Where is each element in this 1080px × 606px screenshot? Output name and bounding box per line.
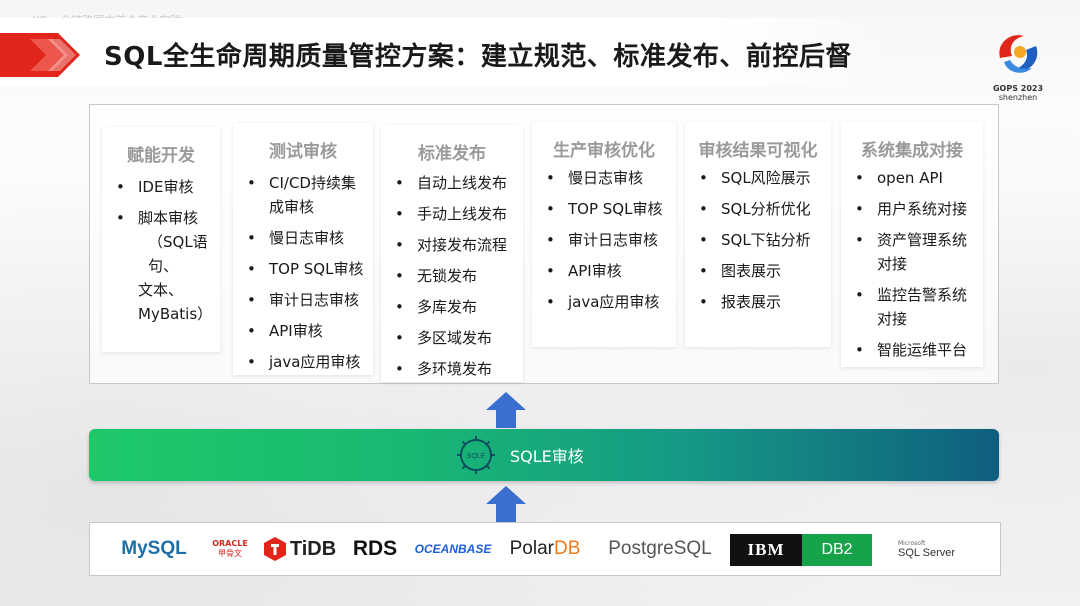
list-item: 对接: [877, 310, 908, 328]
card-enable-dev: 赋能开发 IDE审核 脚本审核 （SQL语句、 文本、 MyBatis）: [102, 127, 220, 352]
list-item: API审核: [243, 319, 367, 343]
list-item: 智能运维平台: [851, 338, 977, 362]
card-list: 自动上线发布 手动上线发布 对接发布流程 无锁发布 多库发布 多区域发布 多环境…: [391, 171, 517, 388]
card-standard-release: 标准发布 自动上线发布 手动上线发布 对接发布流程 无锁发布 多库发布 多区域发…: [381, 125, 523, 382]
card-title: 赋能开发: [127, 146, 195, 166]
list-item: SQL下钻分析: [695, 228, 825, 252]
rds-text: RDS: [352, 537, 398, 560]
gops-logo: GOPS 2023 shenzhen: [988, 28, 1048, 108]
list-item: 审计日志审核: [542, 228, 670, 252]
tidb-hex-icon: [263, 537, 286, 561]
logo-year: GOPS 2023: [992, 84, 1044, 93]
gops-emblem-icon: [999, 35, 1038, 73]
oceanbase-text: OCEANBASE: [414, 542, 492, 556]
sqle-gear-icon: SQLE: [457, 436, 495, 474]
card-title: 审核结果可视化: [698, 141, 818, 161]
list-item: 用户系统对接: [851, 197, 977, 221]
card-list: CI/CD持续集 成审核 慢日志审核 TOP SQL审核 审计日志审核 API审…: [243, 171, 367, 381]
card-title: 生产审核优化: [553, 141, 655, 161]
list-item: 无锁发布: [391, 264, 517, 288]
database-strip: MySQL ORACLE 甲骨文 TiDB RDS OCEANBASE Pola…: [89, 522, 1001, 576]
sqlserver-top-text: Microsoft: [898, 539, 926, 547]
sqlserver-text: SQL Server: [898, 546, 956, 559]
list-item: 文本、: [138, 281, 184, 299]
card-test-review: 测试审核 CI/CD持续集 成审核 慢日志审核 TOP SQL审核 审计日志审核…: [233, 123, 373, 375]
list-item: 多库发布: [391, 295, 517, 319]
list-item: 审计日志审核: [243, 288, 367, 312]
list-item: 资产管理系统: [851, 228, 977, 252]
list-item: 对接发布流程: [391, 233, 517, 257]
list-item: 成审核: [269, 198, 315, 216]
db2-logo: DB2: [802, 534, 872, 566]
up-arrow-icon: [486, 486, 526, 522]
tidb-logo: TiDB: [258, 523, 342, 575]
list-item: SQL分析优化: [695, 197, 825, 221]
postgresql-text: PostgreSQL: [608, 538, 712, 559]
list-item: TOP SQL审核: [542, 197, 670, 221]
ibm-logo: IBM: [730, 534, 802, 566]
list-item: 慢日志审核: [243, 226, 367, 250]
mysql-text: MySQL: [121, 538, 187, 559]
polardb-text-accent: DB: [553, 538, 581, 559]
mysql-logo: MySQL: [104, 523, 204, 575]
sqlserver-logo: Microsoft SQL Server: [884, 523, 966, 575]
list-item: 对接: [877, 255, 908, 273]
polardb-text: Polar: [509, 538, 554, 559]
oracle-text: ORACLE: [212, 539, 248, 548]
card-visualization: 审核结果可视化 SQL风险展示 SQL分析优化 SQL下钻分析 图表展示 报表展…: [685, 122, 831, 347]
list-item: java应用审核: [243, 350, 367, 374]
logo-city: shenzhen: [998, 93, 1038, 102]
rds-logo: RDS: [348, 523, 402, 575]
sqle-icon-text: SQLE: [467, 453, 486, 460]
card-list: open API 用户系统对接 资产管理系统 对接 监控告警系统 对接 智能运维…: [851, 166, 977, 369]
list-item: SQL风险展示: [695, 166, 825, 190]
card-list: 慢日志审核 TOP SQL审核 审计日志审核 API审核 java应用审核: [542, 166, 670, 321]
ibm-text: IBM: [747, 540, 785, 559]
card-title: 系统集成对接: [861, 141, 963, 161]
list-item: TOP SQL审核: [243, 257, 367, 281]
card-system-integration: 系统集成对接 open API 用户系统对接 资产管理系统 对接 监控告警系统 …: [841, 122, 983, 367]
list-item: 自动上线发布: [391, 171, 517, 195]
list-item: 报表展示: [695, 290, 825, 314]
list-item: API审核: [542, 259, 670, 283]
list-item: CI/CD持续集: [243, 171, 367, 195]
card-list: SQL风险展示 SQL分析优化 SQL下钻分析 图表展示 报表展示: [695, 166, 825, 321]
list-item: 多环境发布: [391, 357, 517, 381]
list-item: 监控告警系统: [851, 283, 977, 307]
oceanbase-logo: OCEANBASE: [410, 523, 496, 575]
polardb-logo: Polar DB: [502, 523, 588, 575]
oracle-cn-text: 甲骨文: [218, 549, 242, 558]
list-item: 手动上线发布: [391, 202, 517, 226]
card-title: 测试审核: [269, 142, 337, 162]
oracle-logo: ORACLE 甲骨文: [208, 523, 252, 575]
db2-text: DB2: [821, 541, 853, 558]
list-item: 慢日志审核: [542, 166, 670, 190]
list-item: （SQL语句、: [148, 233, 208, 275]
list-item: 脚本审核: [112, 206, 214, 230]
card-production-optimize: 生产审核优化 慢日志审核 TOP SQL审核 审计日志审核 API审核 java…: [532, 122, 676, 347]
sqle-label: SQLE审核: [510, 447, 584, 466]
up-arrow-icon: [486, 392, 526, 428]
page-title: SQL全生命周期质量管控方案：建立规范、标准发布、前控后督: [104, 42, 852, 72]
list-item: IDE审核: [112, 175, 214, 199]
list-item: MyBatis）: [138, 305, 213, 323]
postgresql-logo: PostgreSQL: [602, 523, 718, 575]
card-title: 标准发布: [418, 144, 486, 164]
list-item: 多区域发布: [391, 326, 517, 350]
tidb-text: TiDB: [289, 537, 337, 560]
list-item: open API: [851, 166, 977, 190]
list-item: 图表展示: [695, 259, 825, 283]
title-chevron-icon: [0, 33, 80, 77]
list-item: java应用审核: [542, 290, 670, 314]
card-list: IDE审核 脚本审核 （SQL语句、 文本、 MyBatis）: [112, 175, 214, 333]
